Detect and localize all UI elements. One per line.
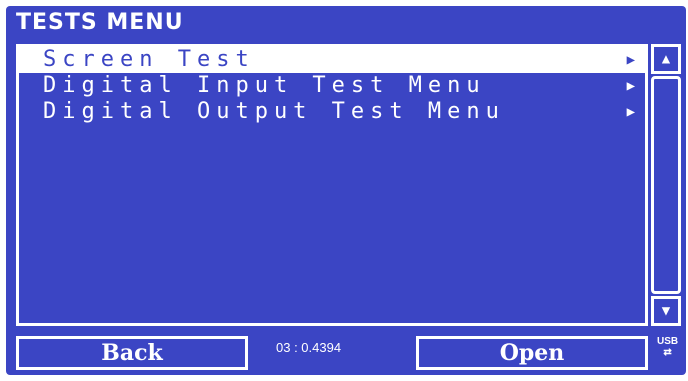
menu-item-label: Digital Output Test Menu (43, 99, 505, 124)
usb-label: USB (657, 336, 679, 347)
scrollbar-track[interactable] (651, 76, 681, 294)
scroll-up-button[interactable]: ▲ (651, 44, 681, 74)
usb-transfer-icon: ⇄ (663, 347, 672, 358)
menu-item-digital-input-test[interactable]: Digital Input Test Menu ▶ (19, 73, 645, 99)
device-screen: TESTS MENU Screen Test ▶ Digital Input T… (6, 6, 686, 375)
scroll-down-button[interactable]: ▼ (651, 296, 681, 326)
page-title: TESTS MENU (16, 10, 184, 35)
submenu-arrow-icon: ▶ (626, 78, 635, 94)
menu-list: Screen Test ▶ Digital Input Test Menu ▶ … (16, 44, 648, 326)
open-button[interactable]: Open (416, 336, 648, 370)
menu-item-label: Digital Input Test Menu (43, 73, 486, 98)
usb-status: USB ⇄ (657, 336, 678, 358)
scrollbar[interactable]: ▲ ▼ (651, 44, 681, 326)
status-readout: 03 : 0.4394 (276, 340, 342, 355)
menu-item-label: Screen Test (43, 47, 255, 72)
arrow-up-icon: ▲ (661, 51, 671, 67)
menu-item-digital-output-test[interactable]: Digital Output Test Menu ▶ (19, 99, 645, 125)
menu-item-screen-test[interactable]: Screen Test ▶ (19, 47, 645, 73)
back-button[interactable]: Back (16, 336, 248, 370)
submenu-arrow-icon: ▶ (626, 104, 635, 120)
submenu-arrow-icon: ▶ (626, 52, 635, 68)
arrow-down-icon: ▼ (661, 303, 671, 319)
